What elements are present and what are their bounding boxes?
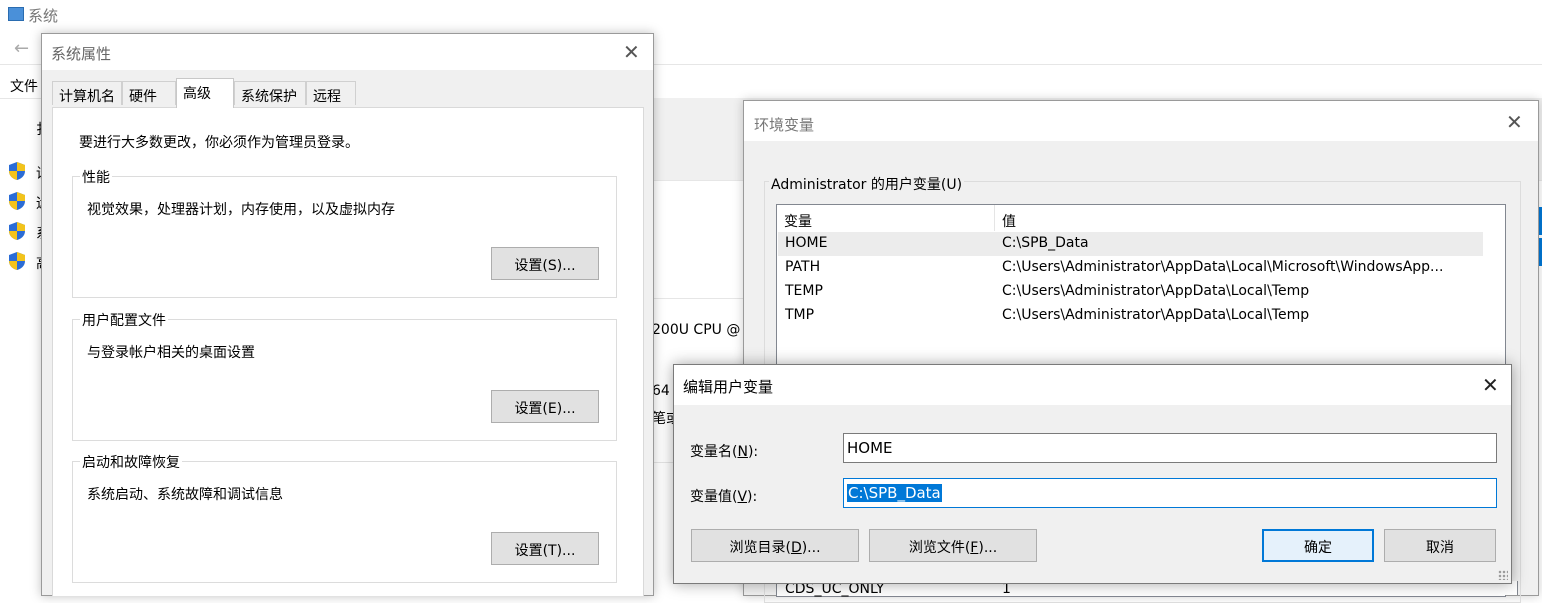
access-key: F	[970, 540, 979, 556]
background-window-titlebar: 系统	[0, 0, 1542, 30]
cancel-button[interactable]: 取消	[1384, 529, 1496, 562]
input-value: HOME	[847, 439, 893, 457]
list-item[interactable]: HOME C:\SPB_Data	[778, 232, 1483, 256]
button-label: 浏览目录	[729, 540, 786, 556]
tab-hardware[interactable]: 硬件	[122, 81, 176, 105]
dialog-title: 编辑用户变量	[683, 378, 774, 396]
browse-file-button[interactable]: 浏览文件(F)...	[869, 529, 1037, 562]
system-properties-dialog: 系统属性 ✕ 计算机名 硬件 高级 系统保护 远程 要进行大多数更改，你必须作为…	[41, 33, 654, 596]
admin-notice: 要进行大多数更改，你必须作为管理员登录。	[79, 135, 359, 151]
background-cpu-text: 200U CPU @	[652, 322, 741, 338]
label-text: 变量名	[690, 444, 732, 460]
button-label: 浏览文件	[908, 540, 965, 556]
tab-advanced[interactable]: 高级	[176, 78, 234, 108]
group-description: 系统启动、系统故障和调试信息	[87, 487, 283, 503]
user-profiles-settings-button[interactable]: 设置(E)...	[491, 390, 599, 423]
dialog-titlebar[interactable]: 系统属性 ✕	[42, 34, 653, 70]
list-item[interactable]: TMP C:\Users\Administrator\AppData\Local…	[778, 304, 1483, 328]
variable-value-label: 变量值(V):	[690, 489, 758, 505]
dialog-title: 环境变量	[754, 116, 815, 134]
background-pen-text: 笔或	[652, 411, 674, 427]
shield-icon	[8, 221, 26, 245]
selected-text: C:\SPB_Data	[847, 484, 942, 502]
column-header-value[interactable]: 值	[995, 205, 1483, 231]
ok-button[interactable]: 确定	[1262, 529, 1374, 562]
background-window-title: 系统	[28, 7, 59, 25]
group-title: 性能	[80, 167, 112, 187]
dialog-titlebar[interactable]: 编辑用户变量 ✕	[674, 365, 1511, 405]
dialog-title: 系统属性	[51, 45, 112, 63]
variable-value: C:\Users\Administrator\AppData\Local\Tem…	[1002, 307, 1310, 323]
resize-grip-icon[interactable]	[1498, 570, 1508, 580]
variable-name-input[interactable]: HOME	[843, 433, 1497, 463]
variable-name: TEMP	[785, 283, 823, 299]
back-arrow-icon[interactable]: ←	[14, 38, 29, 59]
close-icon[interactable]: ✕	[1506, 112, 1523, 132]
dialog-titlebar[interactable]: 环境变量 ✕	[744, 101, 1538, 141]
variable-value: C:\Users\Administrator\AppData\Local\Tem…	[1002, 283, 1310, 299]
group-description: 视觉效果，处理器计划，内存使用，以及虚拟内存	[87, 202, 395, 218]
tab-computer-name[interactable]: 计算机名	[52, 81, 122, 105]
background-divider	[652, 298, 743, 299]
close-icon[interactable]: ✕	[623, 42, 640, 62]
label-text: 变量值	[690, 489, 732, 505]
variable-name: HOME	[785, 235, 828, 251]
tab-remote[interactable]: 远程	[306, 81, 356, 105]
access-key: V	[737, 489, 748, 505]
edit-user-variable-dialog: 编辑用户变量 ✕ 变量名(N): HOME 变量值(V): C:\SPB_Dat…	[673, 364, 1512, 584]
system-window-icon	[8, 7, 24, 21]
group-title: 用户配置文件	[80, 310, 168, 330]
menu-file[interactable]: 文件	[10, 76, 38, 96]
advanced-tab-panel: 要进行大多数更改，你必须作为管理员登录。 性能 视觉效果，处理器计划，内存使用，…	[52, 107, 644, 596]
access-key: D	[790, 540, 802, 556]
close-icon[interactable]: ✕	[1482, 375, 1499, 395]
shield-icon	[8, 191, 26, 215]
startup-recovery-group: 启动和故障恢复 系统启动、系统故障和调试信息 设置(T)...	[72, 452, 617, 583]
list-item[interactable]: TEMP C:\Users\Administrator\AppData\Loca…	[778, 280, 1483, 304]
user-profiles-group: 用户配置文件 与登录帐户相关的桌面设置 设置(E)...	[72, 310, 617, 441]
variable-value: C:\Users\Administrator\AppData\Local\Mic…	[1002, 259, 1444, 275]
variable-name-label: 变量名(N):	[690, 444, 759, 460]
shield-icon	[8, 251, 26, 275]
group-title: 启动和故障恢复	[80, 452, 182, 472]
access-key: N	[737, 444, 748, 460]
background-os-bits-text: 64 位	[652, 383, 674, 399]
list-item[interactable]: PATH C:\Users\Administrator\AppData\Loca…	[778, 256, 1483, 280]
performance-settings-button[interactable]: 设置(S)...	[491, 247, 599, 280]
variable-value: C:\SPB_Data	[1002, 235, 1089, 251]
shield-icon	[8, 161, 26, 185]
user-variables-group-title: Administrator 的用户变量(U)	[769, 174, 965, 194]
browse-directory-button[interactable]: 浏览目录(D)...	[691, 529, 859, 562]
tab-system-protection[interactable]: 系统保护	[234, 81, 306, 105]
group-description: 与登录帐户相关的桌面设置	[87, 345, 255, 361]
startup-recovery-settings-button[interactable]: 设置(T)...	[491, 532, 599, 565]
variable-value-input[interactable]: C:\SPB_Data	[843, 478, 1497, 508]
column-header-variable[interactable]: 变量	[777, 205, 995, 231]
variable-name: TMP	[785, 307, 815, 323]
variable-name: PATH	[785, 259, 821, 275]
performance-group: 性能 视觉效果，处理器计划，内存使用，以及虚拟内存 设置(S)...	[72, 167, 617, 298]
